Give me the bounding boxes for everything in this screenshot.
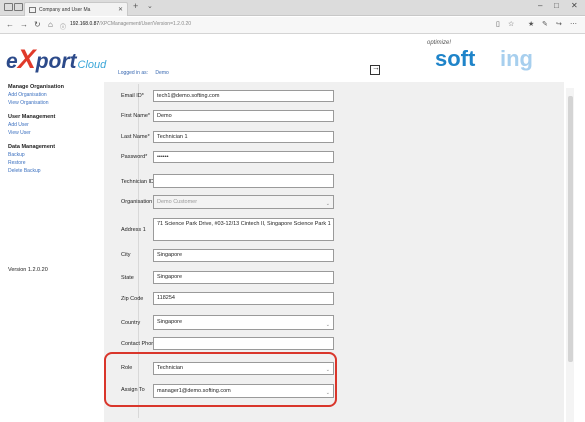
info-icon[interactable]: ⓘ [60, 22, 66, 31]
last-name-label: Last Name* [121, 134, 150, 140]
country-label: Country [121, 320, 141, 326]
brand-soft: soft [435, 46, 476, 71]
browser-tab[interactable]: Company and User Ma ✕ [24, 2, 128, 16]
tech-id-label: Technician ID [121, 179, 155, 185]
tab-actions-icon[interactable] [14, 3, 23, 11]
organisation-label: Organisation [121, 199, 153, 205]
first-name-row: First Name* Demo [116, 110, 346, 122]
zip-row: Zip Code 118254 [116, 292, 346, 305]
tab-list-chevron-icon[interactable]: ⌄ [147, 2, 153, 10]
logout-icon[interactable] [370, 63, 380, 75]
page-favicon-icon [29, 7, 36, 13]
password-row: Password* •••••• [116, 151, 346, 163]
url-field[interactable]: 192.168.0.87/XPCManagement/User/Version=… [70, 21, 191, 27]
brand-ing: ing [500, 46, 533, 71]
contact-phone-label: Contact Phone [121, 341, 158, 347]
password-field[interactable]: •••••• [153, 151, 334, 163]
browser-address-bar: ← → ↻ ⌂ ⓘ 192.168.0.87/XPCManagement/Use… [0, 17, 585, 34]
address-row: Address 1 71 Science Park Drive, #03-12/… [116, 218, 346, 241]
last-name-row: Last Name* Technician 1 [116, 131, 346, 143]
logo-port: port [35, 50, 77, 73]
country-value: Singapore [157, 319, 183, 325]
logged-in-user: Demo [155, 70, 169, 76]
zip-field[interactable]: 118254 [153, 292, 334, 305]
sidebar-link-restore[interactable]: Restore [8, 159, 103, 167]
state-row: State Singapore [116, 271, 346, 284]
favorites-icon[interactable]: ★ [528, 20, 534, 28]
sidebar-section-data-management: Data Management [8, 144, 56, 150]
logged-in-label: Logged in as: [118, 70, 149, 76]
close-tab-icon[interactable]: ✕ [118, 6, 123, 13]
chevron-down-icon: ⌄ [325, 321, 330, 328]
sidebar-link-add-organisation[interactable]: Add Organisation [8, 91, 103, 99]
country-select[interactable]: Singapore ⌄ [153, 315, 334, 330]
contact-phone-field[interactable] [153, 337, 334, 350]
state-field[interactable]: Singapore [153, 271, 334, 284]
more-icon[interactable]: ⋯ [570, 20, 577, 28]
softing-brand-logo: optimize! soft ing [427, 40, 557, 72]
city-row: City Singapore [116, 249, 346, 262]
scrollbar-thumb[interactable] [568, 96, 573, 362]
forward-icon[interactable]: → [20, 20, 28, 29]
organisation-value: Demo Customer [157, 199, 198, 205]
sidebar-link-view-organisation[interactable]: View Organisation [8, 99, 103, 107]
share-icon[interactable]: ↪ [556, 20, 562, 28]
tech-id-field[interactable] [153, 174, 334, 188]
home-icon[interactable]: ⌂ [48, 20, 53, 29]
minimize-icon[interactable]: – [538, 1, 542, 10]
city-label: City [121, 252, 131, 258]
tech-id-row: Technician ID [116, 174, 346, 188]
version-label: Version 1.2.0.20 [8, 267, 48, 273]
browser-tab-bar: Company and User Ma ✕ + ⌄ – □ ✕ [0, 0, 585, 16]
password-label: Password* [121, 154, 148, 160]
organisation-row: Organisation Demo Customer ⌄ [116, 195, 346, 209]
sidebar-link-backup[interactable]: Backup [8, 151, 103, 159]
role-assign-highlight [104, 352, 337, 407]
email-field[interactable]: tech1@demo.softing.com [153, 90, 334, 102]
city-field[interactable]: Singapore [153, 249, 334, 262]
logo-x: X [17, 44, 36, 74]
reading-view-icon[interactable]: ▯ [496, 20, 500, 28]
sidebar-link-add-user[interactable]: Add User [8, 121, 103, 129]
last-name-field[interactable]: Technician 1 [153, 131, 334, 143]
back-icon[interactable]: ← [6, 20, 14, 29]
sidebar-link-view-user[interactable]: View User [8, 129, 103, 137]
chevron-down-icon: ⌄ [325, 201, 330, 207]
state-label: State [121, 275, 134, 281]
logo-cloud: Cloud [77, 59, 107, 71]
refresh-icon[interactable]: ↻ [34, 20, 41, 29]
sidebar-section-user-management: User Management [8, 114, 56, 120]
sidebar-section-organisation: Manage Organisation [8, 84, 64, 90]
first-name-label: First Name* [121, 113, 151, 119]
zip-label: Zip Code [121, 296, 144, 302]
email-row: Email ID* tech1@demo.softing.com [116, 90, 346, 102]
notes-pen-icon[interactable]: ✎ [542, 20, 548, 28]
close-window-icon[interactable]: ✕ [571, 1, 578, 10]
logo-e: e [6, 50, 18, 73]
address-label: Address 1 [121, 227, 146, 233]
maximize-icon[interactable]: □ [554, 1, 559, 10]
export-cloud-logo: eXportCloud [6, 44, 106, 75]
url-path: /XPCManagement/User/Version=1.2.0.20 [99, 21, 192, 27]
address-field[interactable]: 71 Science Park Drive, #03-12/13 Cintech… [153, 218, 334, 241]
email-label: Email ID* [121, 93, 144, 99]
new-tab-icon[interactable]: + [133, 1, 138, 11]
sidebar: Manage Organisation Add Organisation Vie… [8, 84, 103, 175]
window-menu-icon[interactable] [4, 3, 13, 11]
favorite-star-icon[interactable]: ☆ [508, 20, 514, 28]
first-name-field[interactable]: Demo [153, 110, 334, 122]
contact-phone-row: Contact Phone [116, 337, 346, 350]
organisation-select[interactable]: Demo Customer ⌄ [153, 195, 334, 209]
country-row: Country Singapore ⌄ [116, 315, 346, 330]
browser-tab-title: Company and User Ma [39, 7, 91, 13]
logged-in-status: Logged in as: Demo [118, 70, 169, 76]
sidebar-link-delete-backup[interactable]: Delete Backup [8, 167, 103, 175]
url-host: 192.168.0.87 [70, 21, 100, 27]
